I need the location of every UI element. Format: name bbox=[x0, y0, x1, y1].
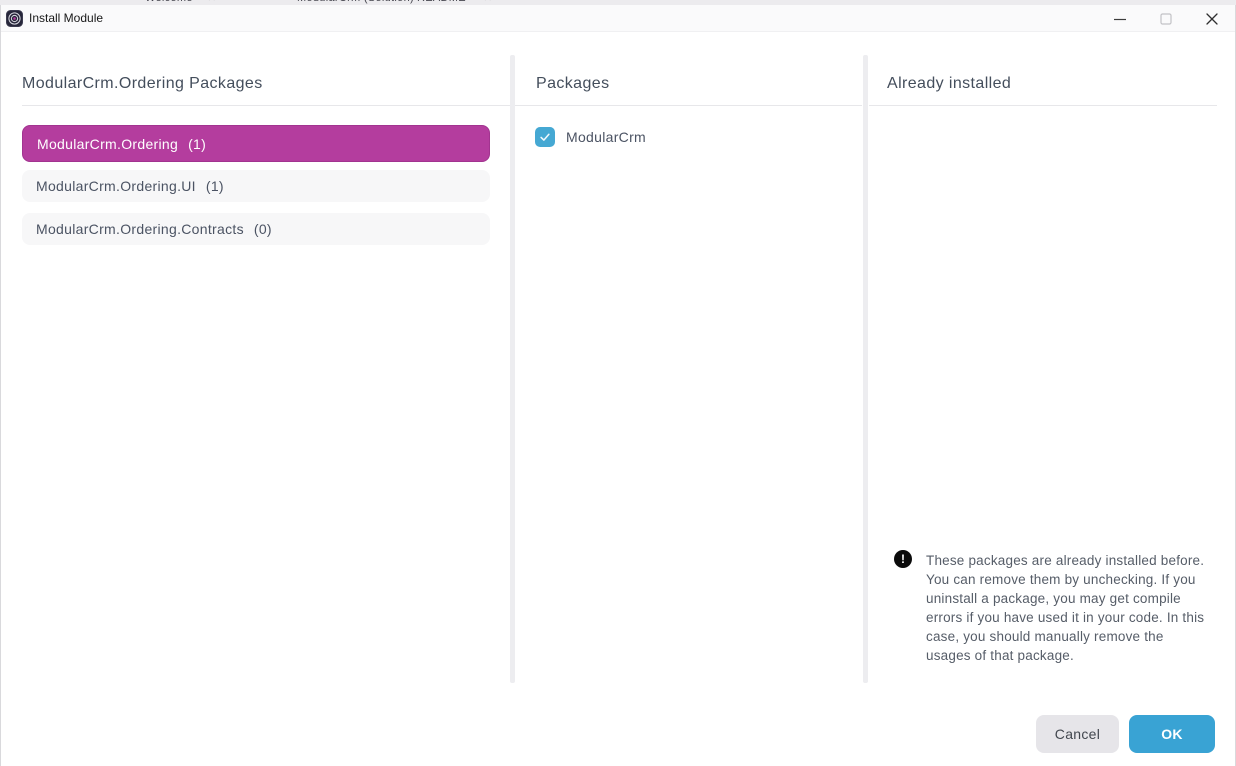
package-checkbox-row[interactable]: ModularCrm bbox=[535, 127, 646, 147]
window-controls bbox=[1097, 5, 1235, 32]
left-column-header: ModularCrm.Ordering Packages bbox=[22, 75, 263, 93]
middle-column-header: Packages bbox=[536, 75, 609, 93]
middle-header-divider bbox=[515, 105, 862, 106]
screen: Welcome ✕ ModularCrm (Solution) README ✕… bbox=[0, 0, 1236, 766]
right-header-divider bbox=[869, 105, 1217, 106]
package-item-label: ModularCrm.Ordering.UI bbox=[36, 178, 196, 194]
package-item-label: ModularCrm.Ordering.Contracts bbox=[36, 221, 244, 237]
ok-button[interactable]: OK bbox=[1129, 715, 1215, 753]
package-item-ordering-ui[interactable]: ModularCrm.Ordering.UI (1) bbox=[22, 170, 490, 202]
warning-icon: ! bbox=[894, 550, 912, 568]
titlebar: Install Module bbox=[1, 5, 1235, 32]
right-column-header: Already installed bbox=[887, 75, 1011, 93]
package-item-count: (1) bbox=[188, 136, 206, 152]
cancel-button[interactable]: Cancel bbox=[1036, 715, 1119, 753]
package-checkbox-label: ModularCrm bbox=[566, 129, 646, 145]
package-item-count: (1) bbox=[206, 178, 224, 194]
left-header-divider bbox=[22, 105, 510, 106]
package-item-label: ModularCrm.Ordering bbox=[37, 136, 178, 152]
package-item-count: (0) bbox=[254, 221, 272, 237]
install-module-dialog: Install Module ModularCrm.Ordering Packa… bbox=[0, 5, 1236, 766]
checkbox-checked[interactable] bbox=[535, 127, 555, 147]
minimize-button[interactable] bbox=[1097, 5, 1143, 32]
column-divider bbox=[863, 55, 868, 683]
checkmark-icon bbox=[538, 130, 552, 144]
app-icon bbox=[6, 10, 23, 27]
package-item-ordering-contracts[interactable]: ModularCrm.Ordering.Contracts (0) bbox=[22, 213, 490, 245]
maximize-button[interactable] bbox=[1143, 5, 1189, 32]
package-item-ordering[interactable]: ModularCrm.Ordering (1) bbox=[22, 125, 490, 162]
warning-text: These packages are already installed bef… bbox=[926, 551, 1207, 665]
column-divider bbox=[510, 55, 515, 683]
close-button[interactable] bbox=[1189, 5, 1235, 32]
window-title: Install Module bbox=[29, 11, 103, 25]
